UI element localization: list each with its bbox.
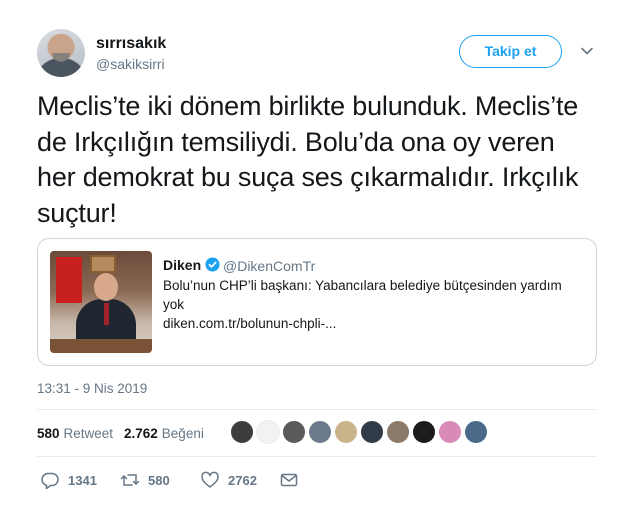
liker-avatar[interactable] bbox=[412, 420, 436, 444]
follow-button[interactable]: Takip et bbox=[459, 35, 562, 68]
envelope-icon bbox=[280, 473, 298, 487]
retweet-stat-count: 580 bbox=[37, 426, 60, 441]
like-stat[interactable]: 2.762 Beğeni bbox=[124, 426, 204, 441]
tweet-timestamp[interactable]: 13:31 - 9 Nis 2019 bbox=[37, 381, 147, 396]
retweet-stat[interactable]: 580 Retweet bbox=[37, 426, 113, 441]
divider bbox=[37, 456, 597, 457]
heart-icon bbox=[201, 471, 219, 488]
quoted-author-handle: @DikenComTr bbox=[223, 258, 316, 274]
quoted-author-name: Diken bbox=[163, 257, 202, 273]
quoted-tweet-link[interactable]: diken.com.tr/bolunun-chpli-... bbox=[163, 314, 583, 333]
tweet: sırrısakık @sakiksirri Takip et Meclis’t… bbox=[0, 0, 634, 521]
like-stat-count: 2.762 bbox=[124, 426, 158, 441]
reply-icon bbox=[41, 472, 59, 490]
retweet-stat-label: Retweet bbox=[63, 426, 114, 441]
verified-badge-icon bbox=[205, 257, 220, 272]
liker-avatar[interactable] bbox=[464, 420, 488, 444]
quoted-tweet-image bbox=[50, 251, 152, 353]
liker-avatar[interactable] bbox=[386, 420, 410, 444]
like-count: 2762 bbox=[228, 473, 257, 488]
liker-avatar[interactable] bbox=[360, 420, 384, 444]
like-stat-label: Beğeni bbox=[161, 426, 204, 441]
liker-avatar[interactable] bbox=[282, 420, 306, 444]
liker-avatar[interactable] bbox=[334, 420, 358, 444]
author-handle[interactable]: @sakiksirri bbox=[96, 56, 165, 72]
author-avatar[interactable] bbox=[37, 29, 85, 77]
liker-avatar[interactable] bbox=[256, 420, 280, 444]
liker-avatar[interactable] bbox=[230, 420, 254, 444]
divider bbox=[37, 409, 597, 410]
liker-avatar[interactable] bbox=[308, 420, 332, 444]
author-display-name[interactable]: sırrısakık bbox=[96, 35, 166, 53]
reply-count: 1341 bbox=[68, 473, 97, 488]
tweet-text: Meclis’te iki dönem birlikte bulunduk. M… bbox=[37, 91, 579, 228]
retweet-icon bbox=[120, 474, 140, 486]
retweet-count: 580 bbox=[148, 473, 170, 488]
liker-avatar[interactable] bbox=[438, 420, 462, 444]
quoted-tweet-text: Bolu’nun CHP’li başkanı: Yabancılara bel… bbox=[163, 278, 562, 312]
chevron-down-icon[interactable] bbox=[580, 44, 594, 58]
quoted-tweet-body: Bolu’nun CHP’li başkanı: Yabancılara bel… bbox=[163, 276, 583, 333]
